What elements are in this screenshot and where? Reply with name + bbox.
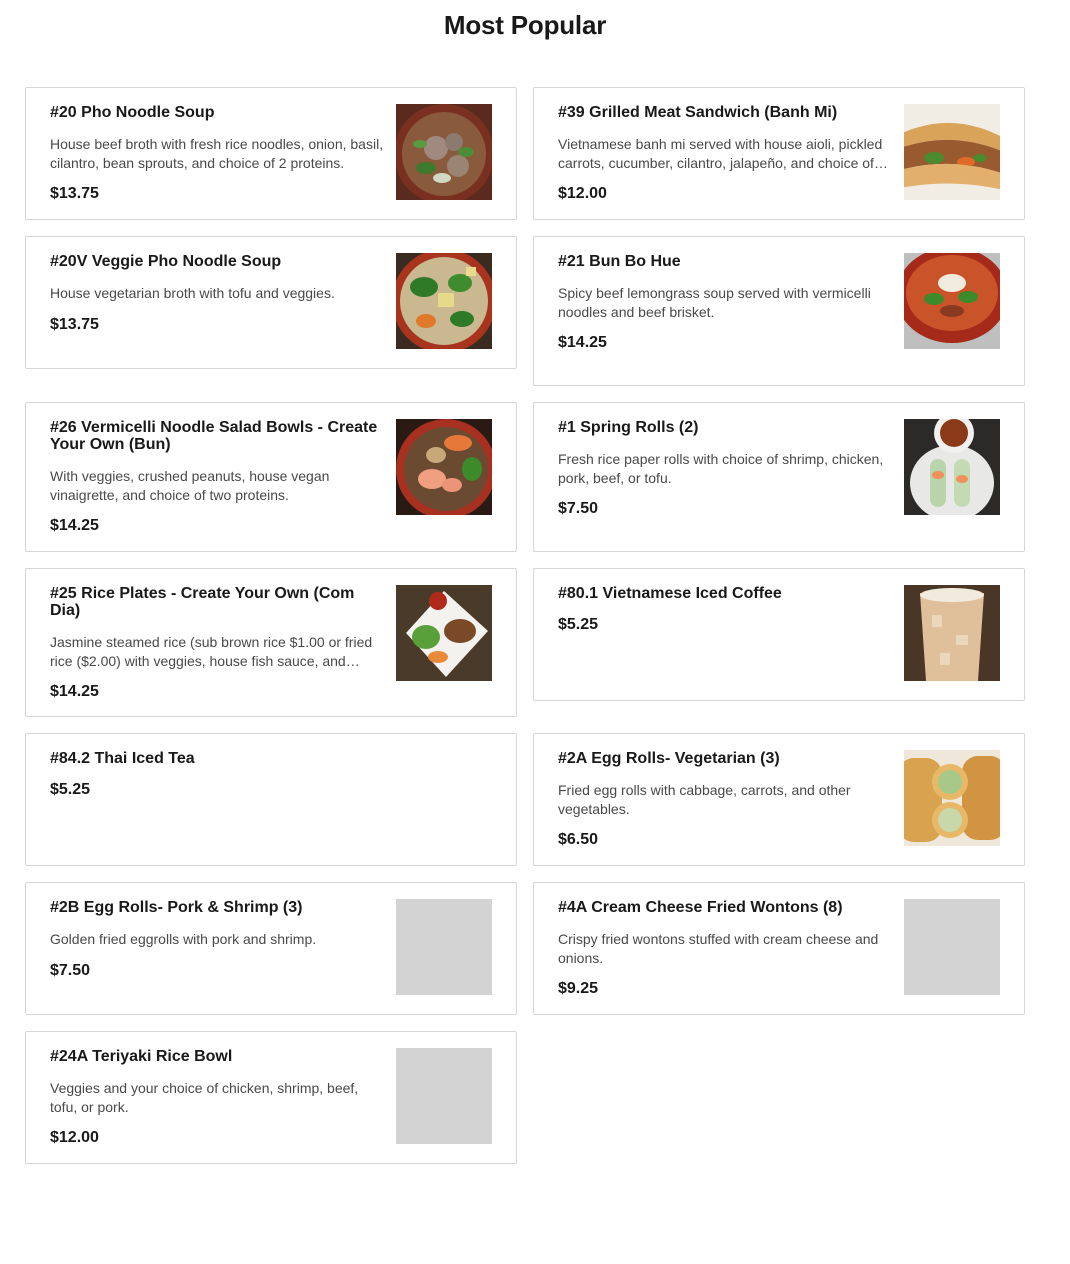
menu-item-card[interactable]: #24A Teriyaki Rice Bowl Veggies and your… [25,1031,517,1164]
menu-item-card[interactable]: #20 Pho Noodle Soup House beef broth wit… [25,87,517,220]
image-placeholder [904,899,1000,995]
item-description: Spicy beef lemongrass soup served with v… [558,285,871,320]
item-price: $5.25 [558,616,599,633]
item-price: $14.25 [558,334,607,351]
image-placeholder [396,899,492,995]
item-name: #26 Vermicelli Noodle Salad Bowls - Crea… [50,419,378,453]
menu-item-card[interactable]: #39 Grilled Meat Sandwich (Banh Mi) Viet… [533,87,1025,220]
menu-item-card[interactable]: #25 Rice Plates - Create Your Own (Com D… [25,568,517,717]
menu-item-card[interactable]: #4A Cream Cheese Fried Wontons (8) Crisp… [533,882,1025,1015]
menu-item-card[interactable]: #2A Egg Rolls- Vegetarian (3) Fried egg … [533,733,1025,866]
item-description: House vegetarian broth with tofu and veg… [50,285,335,301]
item-price: $14.25 [50,683,99,700]
item-price: $13.75 [50,315,99,333]
item-price: $5.25 [50,781,91,798]
menu-item-card[interactable]: #84.2 Thai Iced Tea $5.25 [25,733,517,866]
vermicelli-bowl-image [396,419,492,515]
item-name: #21 Bun Bo Hue [558,253,681,270]
image-placeholder [396,1048,492,1144]
item-name: #80.1 Vietnamese Iced Coffee [558,585,782,602]
item-price: $6.50 [558,831,599,848]
egg-rolls-image [904,750,1000,846]
iced-coffee-image [904,585,1000,681]
menu-item-card[interactable]: #1 Spring Rolls (2) Fresh rice paper rol… [533,402,1025,552]
item-description: Fried egg rolls with cabbage, carrots, a… [558,782,851,817]
item-description: Crispy fried wontons stuffed with cream … [558,931,879,966]
item-name: #2A Egg Rolls- Vegetarian (3) [558,750,780,767]
item-price: $13.75 [50,185,99,202]
item-name: #84.2 Thai Iced Tea [50,750,195,767]
menu-item-card[interactable]: #80.1 Vietnamese Iced Coffee $5.25 [533,568,1025,701]
bun-bo-hue-image [904,253,1000,349]
menu-item-card[interactable]: #2B Egg Rolls- Pork & Shrimp (3) Golden … [25,882,517,1015]
item-price: $12.00 [558,185,607,202]
spring-rolls-image [904,419,1000,515]
menu-item-card[interactable]: #26 Vermicelli Noodle Salad Bowls - Crea… [25,402,517,552]
item-price: $7.50 [50,961,91,979]
rice-plate-image [396,585,492,681]
item-description: Fresh rice paper rolls with choice of sh… [558,451,884,486]
item-price: $12.00 [50,1129,99,1146]
banh-mi-image [904,104,1000,200]
item-description: House beef broth with fresh rice noodles… [50,136,384,171]
item-name: #20V Veggie Pho Noodle Soup [50,253,282,270]
menu-item-grid: #20 Pho Noodle Soup House beef broth wit… [25,87,1025,1164]
menu-item-card[interactable]: #20V Veggie Pho Noodle Soup House vegeta… [25,236,517,369]
item-name: #25 Rice Plates - Create Your Own (Com D… [50,585,355,619]
item-price: $14.25 [50,517,99,534]
item-name: #24A Teriyaki Rice Bowl [50,1048,233,1065]
item-name: #2B Egg Rolls- Pork & Shrimp (3) [50,899,303,916]
item-description: With veggies, crushed peanuts, house veg… [50,468,330,503]
item-price: $9.25 [558,980,599,997]
item-name: #39 Grilled Meat Sandwich (Banh Mi) [558,104,838,121]
item-description: Vietnamese banh mi served with house aio… [558,136,883,171]
menu-item-card[interactable]: #21 Bun Bo Hue Spicy beef lemongrass sou… [533,236,1025,386]
page-title: Most Popular [443,10,607,40]
item-name: #1 Spring Rolls (2) [558,419,699,436]
item-description: Jasmine steamed rice (sub brown rice $1.… [50,634,373,669]
item-name: #4A Cream Cheese Fried Wontons (8) [558,899,843,916]
item-description: Veggies and your choice of chicken, shri… [50,1080,359,1115]
pho-noodle-soup-image [396,104,492,200]
item-name: #20 Pho Noodle Soup [50,104,215,121]
item-price: $7.50 [558,500,599,517]
item-description: Golden fried eggrolls with pork and shri… [50,931,317,947]
veggie-pho-image [396,253,492,349]
